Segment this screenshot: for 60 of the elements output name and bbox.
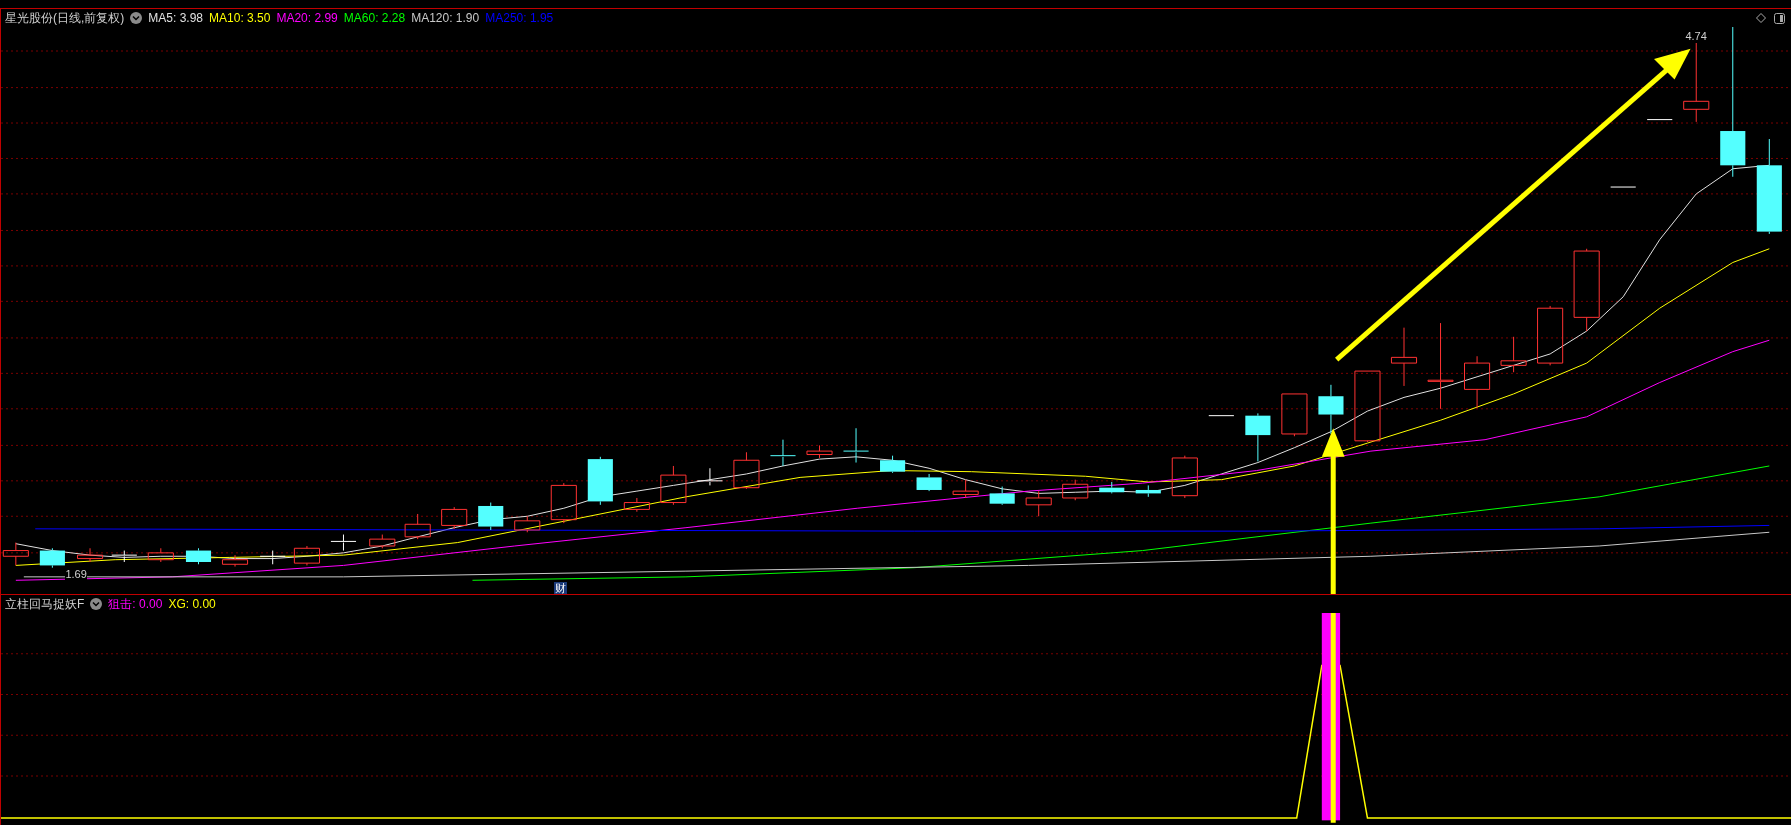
diamond-icon[interactable] [1756, 13, 1766, 23]
candlestick [1646, 119, 1673, 122]
candlestick [1390, 327, 1418, 387]
candlestick [77, 547, 104, 563]
candlestick [221, 554, 249, 568]
candlestick [369, 534, 396, 549]
indicator-value: MA60: 2.28 [343, 10, 406, 27]
panel-toggle-icon[interactable] [1774, 12, 1785, 24]
indicator-value: MA5: 3.98 [148, 10, 204, 27]
candlestick [293, 545, 320, 566]
candlestick [1062, 479, 1089, 501]
indicator-value: MA20: 2.99 [276, 10, 338, 27]
candlestick [2, 542, 29, 566]
candlestick [806, 444, 833, 459]
candlestick [1537, 305, 1564, 366]
candlestick [147, 547, 174, 563]
chevron-down-icon[interactable] [90, 598, 103, 610]
high-price-label: 4.74 [1685, 29, 1707, 44]
candlestick [514, 515, 541, 533]
candlestick [623, 497, 650, 513]
candlestick [733, 451, 760, 490]
candlestick [843, 427, 870, 464]
candlestick [1135, 484, 1161, 498]
chart-title: 星光股份(日线,前复权) [5, 10, 125, 27]
candlestick [330, 534, 357, 552]
indicator-value: MA120: 1.90 [411, 10, 480, 27]
candlestick [1464, 355, 1491, 409]
candlestick [404, 513, 431, 540]
candlestick [1500, 336, 1527, 373]
candlestick [1318, 384, 1344, 435]
chevron-down-icon[interactable] [130, 12, 143, 24]
candlestick [441, 506, 468, 530]
candlestick [1171, 455, 1198, 499]
candlestick [185, 547, 212, 565]
candlestick [587, 456, 613, 506]
candlestick [1025, 490, 1052, 517]
candlestick [550, 482, 577, 524]
candlestick [1610, 186, 1637, 189]
candlestick [769, 439, 797, 467]
candlestick [1099, 481, 1125, 494]
candlestick [259, 550, 286, 565]
candlestick [39, 547, 65, 569]
candlestick [1281, 393, 1308, 437]
candlestick [880, 455, 906, 474]
candlestick [660, 465, 687, 506]
candlestick [1245, 412, 1271, 462]
candlestick [916, 473, 942, 492]
candlestick [696, 467, 723, 486]
candlestick [1208, 415, 1235, 418]
candlestick [952, 479, 979, 499]
candlestick [111, 550, 138, 563]
chart-title: 立柱回马捉妖F [5, 596, 85, 613]
indicator-value: MA250: 1.95 [485, 10, 554, 27]
indicator-value: MA10: 3.50 [209, 10, 271, 27]
low-price-label: 1.69 [65, 568, 87, 580]
candlestick [989, 486, 1015, 506]
candlestick [478, 502, 504, 531]
indicator-value: XG: 0.00 [168, 596, 216, 613]
indicator-value: 狙击: 0.00 [108, 596, 163, 613]
event-badge: 财 [554, 582, 568, 594]
